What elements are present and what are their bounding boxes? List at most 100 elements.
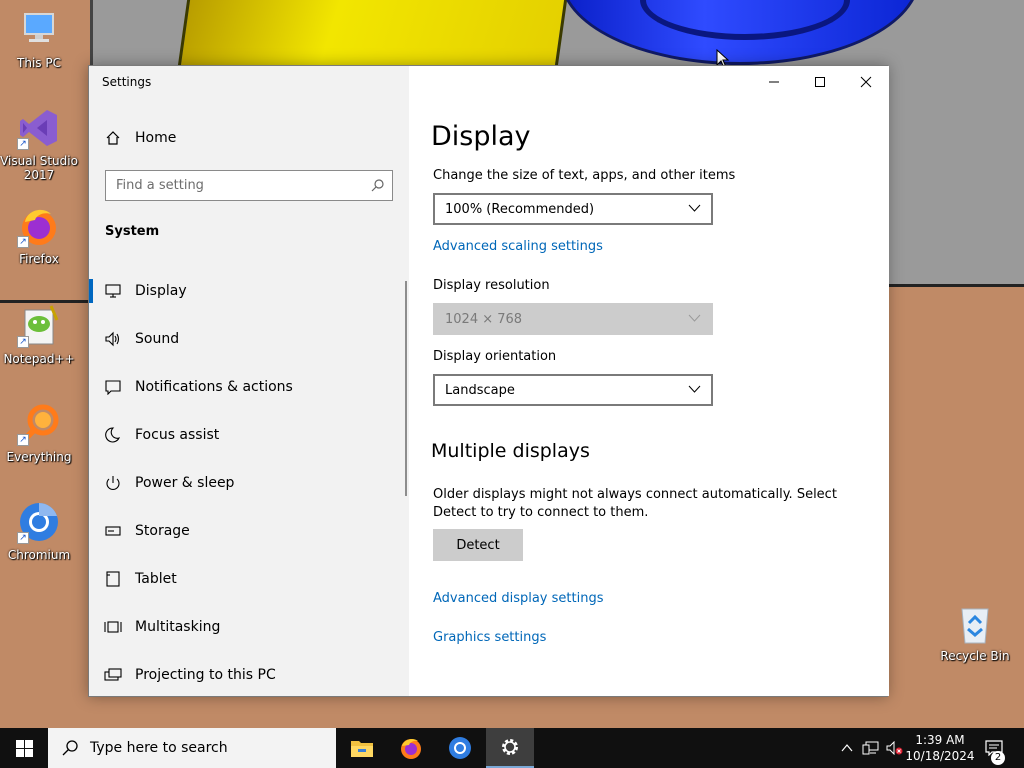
home-label: Home bbox=[135, 130, 177, 146]
resolution-value: 1024 × 768 bbox=[445, 311, 523, 327]
chromium-icon bbox=[449, 737, 471, 759]
network-icon bbox=[862, 741, 879, 755]
desktop-icon-label: Notepad++ bbox=[3, 352, 75, 366]
orientation-value: Landscape bbox=[445, 382, 515, 398]
scale-dropdown[interactable]: 100% (Recommended) bbox=[433, 193, 713, 225]
start-button[interactable] bbox=[0, 728, 48, 768]
taskbar-clock[interactable]: 1:39 AM 10/18/2024 bbox=[902, 732, 978, 764]
desktop-icon-label: Chromium bbox=[7, 548, 71, 562]
action-center-button[interactable]: 2 bbox=[980, 728, 1008, 768]
taskbar-file-explorer[interactable] bbox=[338, 728, 386, 768]
home-nav-item[interactable]: Home bbox=[105, 130, 176, 146]
moon-icon bbox=[105, 427, 121, 443]
taskbar-search-placeholder: Type here to search bbox=[90, 740, 228, 756]
advanced-display-link[interactable]: Advanced display settings bbox=[433, 591, 603, 606]
sidebar-item-storage[interactable]: Storage bbox=[89, 507, 409, 555]
minimize-button[interactable] bbox=[751, 66, 797, 98]
desktop-icon-label: Visual Studio 2017 bbox=[0, 154, 78, 182]
close-button[interactable] bbox=[843, 66, 889, 98]
close-icon bbox=[860, 76, 872, 88]
sidebar-item-multitasking[interactable]: Multitasking bbox=[89, 603, 409, 651]
desktop-icon-label: Recycle Bin bbox=[940, 649, 1010, 663]
shortcut-arrow-icon: ↗ bbox=[17, 138, 29, 150]
sidebar-item-label: Sound bbox=[135, 331, 180, 347]
sidebar-item-label: Notifications & actions bbox=[135, 379, 293, 395]
settings-gear-icon bbox=[502, 739, 518, 755]
desktop-icon-label: Firefox bbox=[19, 252, 59, 266]
sidebar-item-label: Tablet bbox=[135, 571, 177, 587]
firefox-icon: ↗ bbox=[17, 204, 61, 248]
resolution-label: Display resolution bbox=[433, 278, 550, 293]
taskbar-settings[interactable] bbox=[486, 728, 534, 768]
tray-network[interactable] bbox=[860, 728, 882, 768]
taskbar-search-box[interactable]: Type here to search bbox=[48, 728, 336, 768]
this-pc-icon bbox=[17, 8, 61, 52]
tablet-icon bbox=[106, 571, 120, 587]
storage-icon bbox=[105, 526, 121, 536]
home-icon bbox=[106, 131, 120, 145]
speaker-icon bbox=[105, 331, 120, 347]
sidebar-scrollbar[interactable] bbox=[405, 281, 407, 496]
maximize-button[interactable] bbox=[797, 66, 843, 98]
desktop-icon-recycle-bin[interactable]: Recycle Bin bbox=[935, 601, 1015, 663]
desktop-icon-firefox[interactable]: ↗ Firefox bbox=[0, 204, 79, 266]
shortcut-arrow-icon: ↗ bbox=[17, 434, 29, 446]
detect-button[interactable]: Detect bbox=[433, 529, 523, 561]
clock-date: 10/18/2024 bbox=[905, 749, 975, 763]
desktop-icon-everything[interactable]: ↗ Everything bbox=[0, 402, 79, 464]
search-icon[interactable] bbox=[371, 179, 384, 192]
recycle-bin-icon bbox=[953, 601, 997, 645]
sidebar-item-projecting[interactable]: Projecting to this PC bbox=[89, 651, 409, 699]
find-setting-search[interactable] bbox=[105, 170, 393, 201]
scale-label: Change the size of text, apps, and other… bbox=[433, 168, 736, 183]
advanced-scaling-link[interactable]: Advanced scaling settings bbox=[433, 239, 603, 254]
sidebar-item-label: Power & sleep bbox=[135, 475, 235, 491]
clock-time: 1:39 AM bbox=[915, 733, 965, 747]
wallpaper-yellow-shape bbox=[177, 0, 573, 70]
minimize-icon bbox=[769, 81, 779, 83]
sidebar-item-power-sleep[interactable]: Power & sleep bbox=[89, 459, 409, 507]
section-label: System bbox=[105, 224, 160, 239]
sidebar-item-label: Focus assist bbox=[135, 427, 220, 443]
desktop-icon-chromium[interactable]: ↗ Chromium bbox=[0, 500, 79, 562]
window-title: Settings bbox=[102, 75, 152, 89]
chevron-down-icon bbox=[688, 204, 701, 212]
shortcut-arrow-icon: ↗ bbox=[17, 236, 29, 248]
orientation-dropdown[interactable]: Landscape bbox=[433, 374, 713, 406]
search-input[interactable] bbox=[106, 171, 356, 200]
settings-nav: Display Sound Notifications & actions Fo… bbox=[89, 267, 409, 699]
file-explorer-icon bbox=[351, 741, 373, 757]
sidebar-item-notifications[interactable]: Notifications & actions bbox=[89, 363, 409, 411]
projecting-icon bbox=[104, 668, 122, 681]
taskbar: Type here to search 1:39 AM 10/18/2024 2 bbox=[0, 728, 1024, 768]
settings-window: Settings Home System Display bbox=[88, 65, 889, 697]
graphics-settings-link[interactable]: Graphics settings bbox=[433, 630, 546, 645]
desktop-icon-notepadpp[interactable]: ↗ Notepad++ bbox=[0, 304, 79, 366]
sidebar-item-sound[interactable]: Sound bbox=[89, 315, 409, 363]
taskbar-chromium[interactable] bbox=[436, 728, 484, 768]
everything-icon: ↗ bbox=[17, 402, 61, 446]
chevron-up-icon bbox=[841, 744, 853, 752]
chromium-icon: ↗ bbox=[17, 500, 61, 544]
sidebar-item-label: Multitasking bbox=[135, 619, 221, 635]
sidebar-item-focus-assist[interactable]: Focus assist bbox=[89, 411, 409, 459]
desktop-icon-visual-studio[interactable]: ↗ Visual Studio 2017 bbox=[0, 106, 79, 182]
sidebar-item-tablet[interactable]: Tablet bbox=[89, 555, 409, 603]
sidebar-item-display[interactable]: Display bbox=[89, 267, 409, 315]
wallpaper-line-left bbox=[0, 300, 92, 303]
firefox-icon bbox=[401, 738, 421, 759]
desktop-icon-this-pc[interactable]: This PC bbox=[0, 8, 79, 70]
shortcut-arrow-icon: ↗ bbox=[17, 532, 29, 544]
search-icon bbox=[62, 740, 78, 756]
settings-sidebar: Settings Home System Display bbox=[89, 66, 409, 696]
tray-overflow[interactable] bbox=[838, 728, 856, 768]
sidebar-item-label: Projecting to this PC bbox=[135, 667, 276, 683]
orientation-label: Display orientation bbox=[433, 349, 557, 364]
taskbar-firefox[interactable] bbox=[387, 728, 435, 768]
page-title: Display bbox=[431, 121, 531, 152]
notification-count-badge: 2 bbox=[991, 751, 1005, 765]
resolution-dropdown: 1024 × 768 bbox=[433, 303, 713, 335]
desktop-icon-label: Everything bbox=[6, 450, 72, 464]
chevron-down-icon bbox=[688, 314, 701, 322]
wallpaper-line-right bbox=[888, 284, 1024, 287]
